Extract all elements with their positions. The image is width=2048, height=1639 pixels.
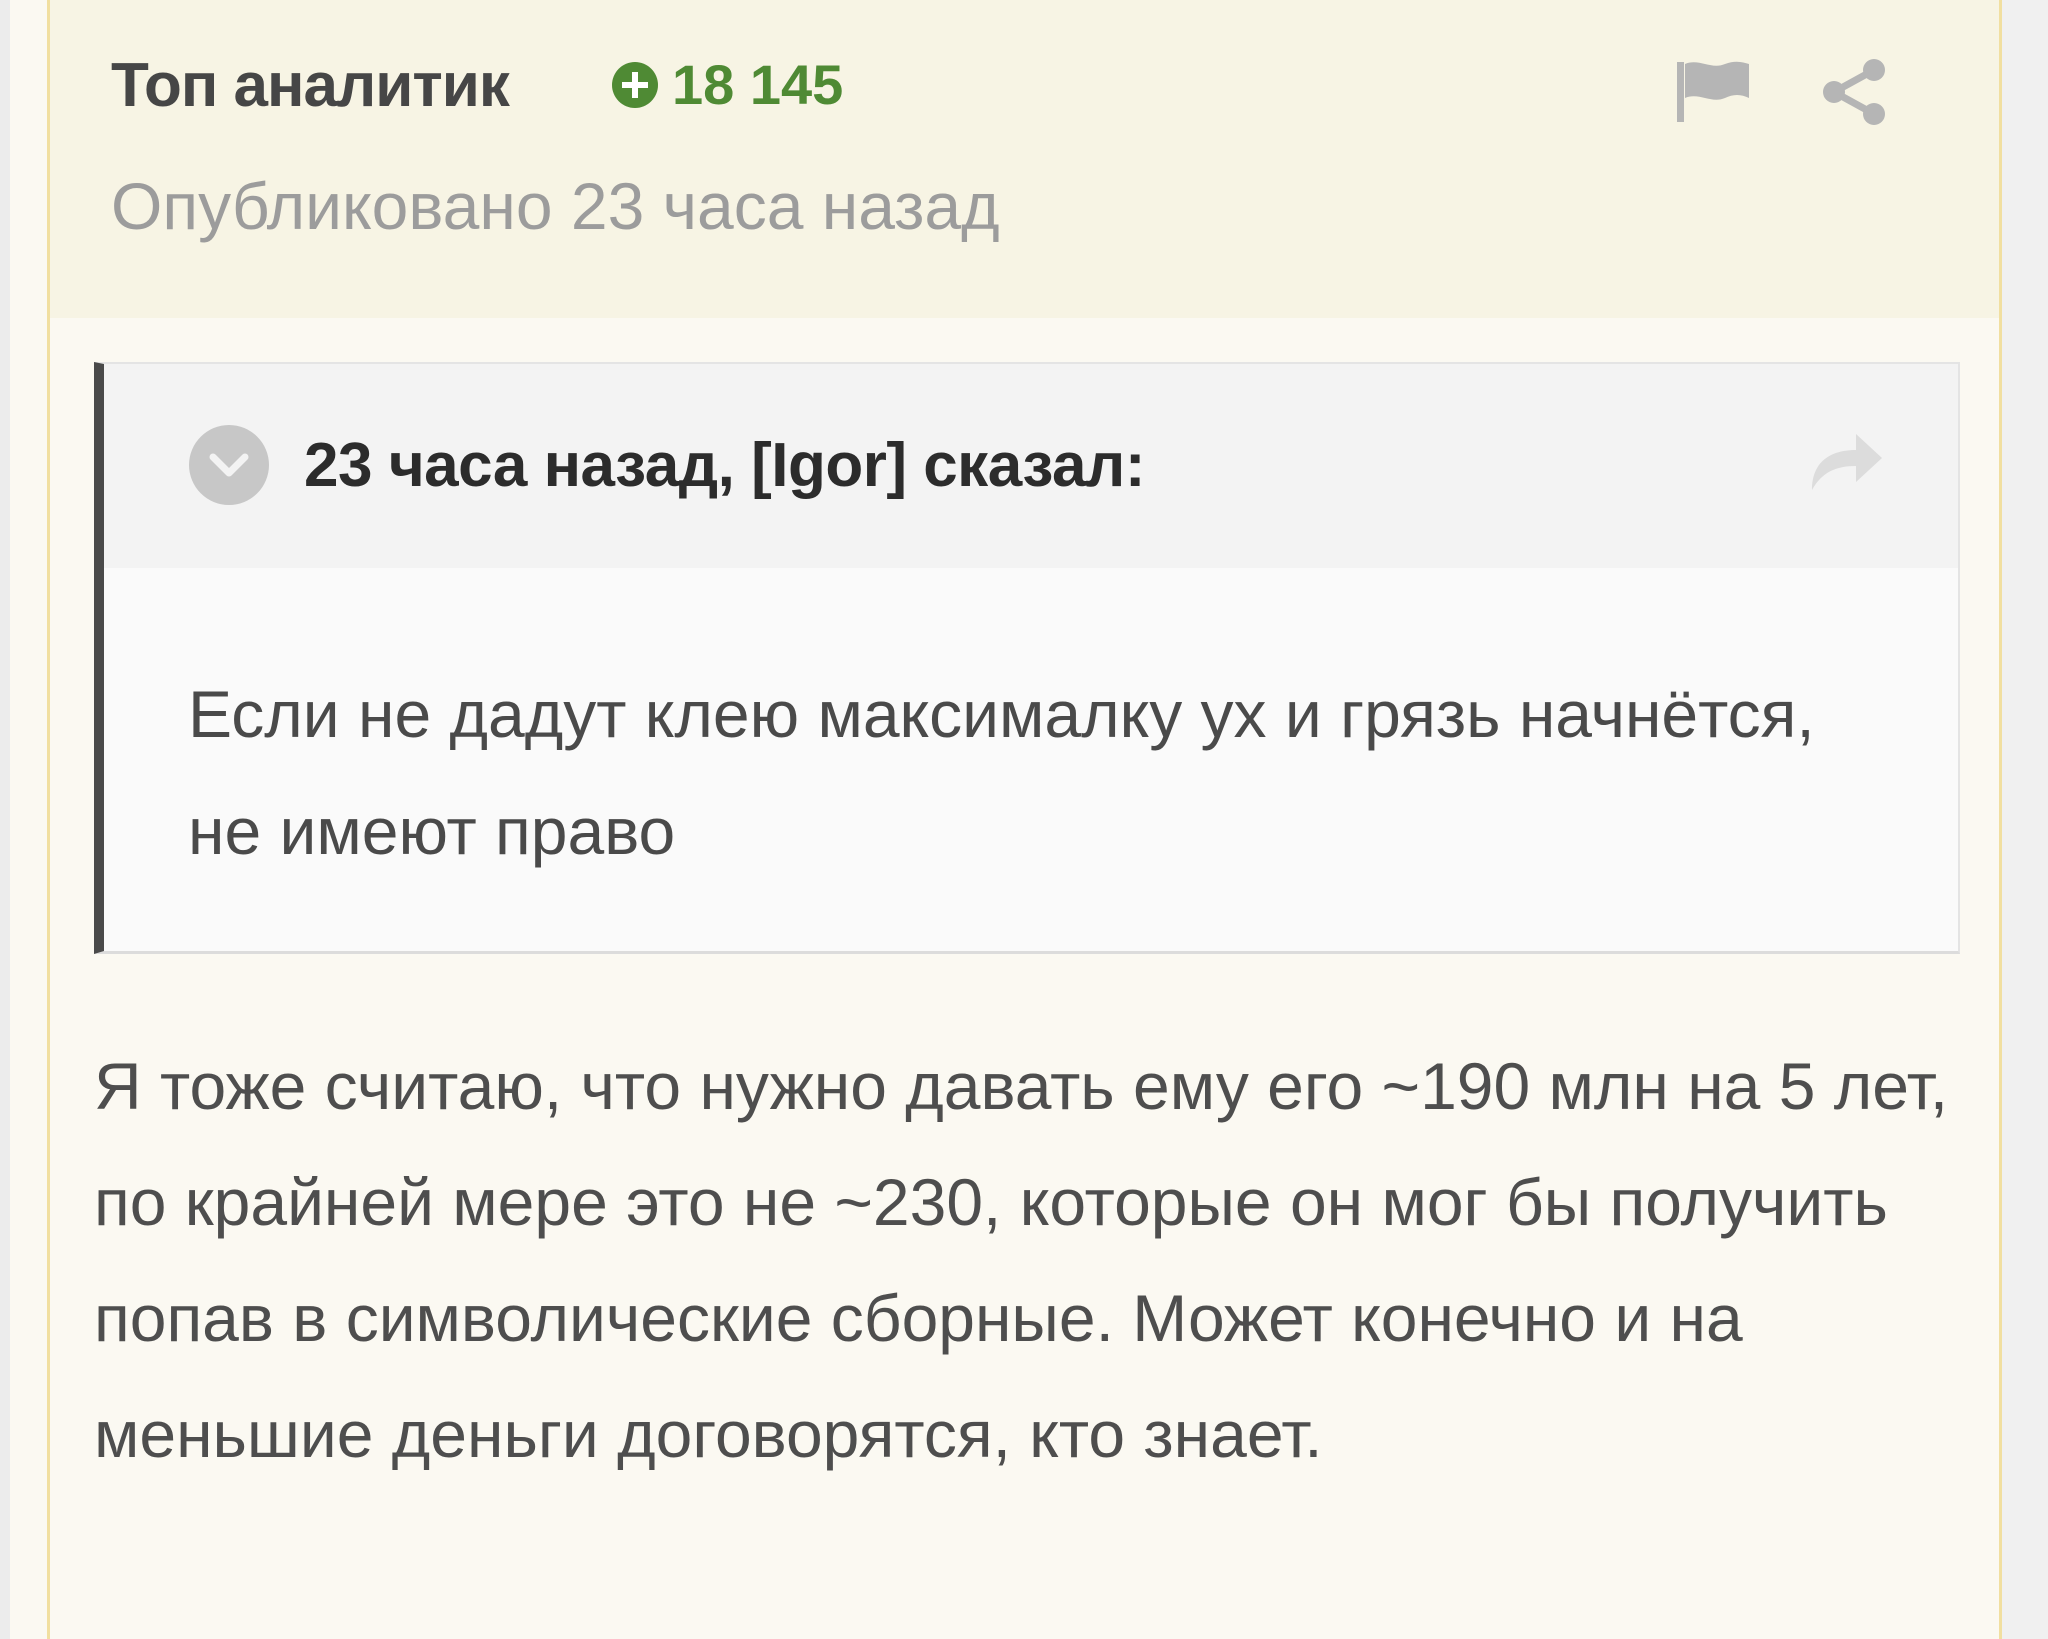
post-header: Топ аналитик 18 145 Опубликовано 23 часа… (50, 0, 1999, 318)
forum-post: Топ аналитик 18 145 Опубликовано 23 часа… (47, 0, 2002, 1639)
share-arrow-icon[interactable] (1806, 426, 1886, 496)
page-edge-left (0, 0, 10, 1639)
quote-header: 23 часа назад, [Igor] сказал: (104, 364, 1958, 568)
published-time: Опубликовано 23 часа назад (111, 169, 1000, 243)
reputation-count: 18 145 (672, 53, 844, 116)
plus-circle-icon (610, 60, 660, 110)
reputation: 18 145 (610, 52, 843, 117)
author-name[interactable]: Топ аналитик (111, 50, 510, 121)
share-icon[interactable] (1818, 56, 1890, 128)
flag-icon[interactable] (1675, 58, 1751, 124)
chevron-down-circle-icon[interactable] (188, 424, 270, 506)
post-body: Я тоже считаю, что нужно давать ему его … (94, 1049, 1949, 1471)
page-edge-right (2002, 0, 2048, 1639)
quote-citation: 23 часа назад, [Igor] сказал: (304, 431, 1145, 500)
quote-block: 23 часа назад, [Igor] сказал: Если не да… (94, 362, 1960, 954)
quote-text: Если не дадут клею максималку ух и грязь… (188, 677, 1815, 868)
